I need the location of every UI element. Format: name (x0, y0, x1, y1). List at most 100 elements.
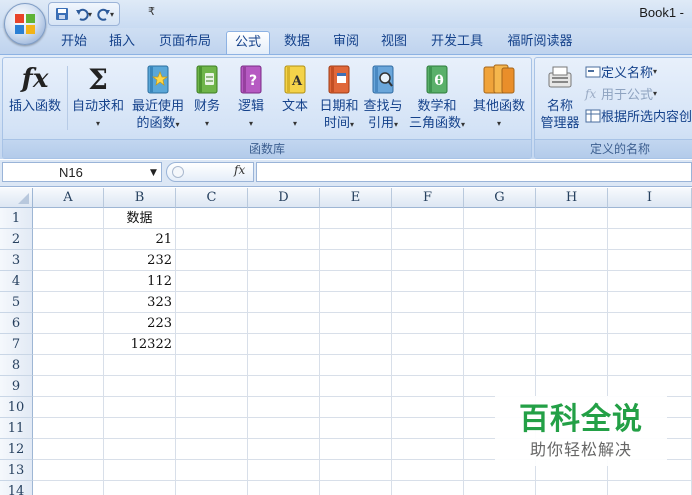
cell-e14[interactable] (320, 481, 392, 495)
cell-a14[interactable] (33, 481, 104, 495)
cell-h7[interactable] (536, 334, 608, 355)
cell-e5[interactable] (320, 292, 392, 313)
tab-insert[interactable]: 插入 (102, 31, 142, 53)
more-functions-button[interactable]: 其他函数 ▾ (469, 60, 529, 132)
cell-g4[interactable] (464, 271, 536, 292)
use-in-formula-button[interactable]: fx 用于公式 ▾ (585, 84, 657, 104)
cell-b9[interactable] (104, 376, 176, 397)
cell-b1[interactable]: 数据 (104, 208, 176, 229)
cell-h1[interactable] (536, 208, 608, 229)
cell-b7[interactable]: 12322 (104, 334, 176, 355)
cell-g6[interactable] (464, 313, 536, 334)
cell-e2[interactable] (320, 229, 392, 250)
save-icon[interactable] (52, 5, 72, 23)
cell-e10[interactable] (320, 397, 392, 418)
cell-g1[interactable] (464, 208, 536, 229)
cell-a7[interactable] (33, 334, 104, 355)
cell-g2[interactable] (464, 229, 536, 250)
cell-b4[interactable]: 112 (104, 271, 176, 292)
cell-a4[interactable] (33, 271, 104, 292)
tab-formulas[interactable]: 公式 (226, 31, 270, 54)
define-name-button[interactable]: 定义名称 ▾ (585, 62, 657, 81)
column-header-h[interactable]: H (536, 188, 608, 208)
cell-i7[interactable] (608, 334, 692, 355)
cell-h5[interactable] (536, 292, 608, 313)
cell-b10[interactable] (104, 397, 176, 418)
cell-d12[interactable] (248, 439, 320, 460)
cell-e9[interactable] (320, 376, 392, 397)
tab-foxit-reader[interactable]: 福昕阅读器 (500, 31, 580, 53)
cell-c3[interactable] (176, 250, 248, 271)
cell-c13[interactable] (176, 460, 248, 481)
cell-d9[interactable] (248, 376, 320, 397)
cell-i8[interactable] (608, 355, 692, 376)
cell-f5[interactable] (392, 292, 464, 313)
column-header-c[interactable]: C (176, 188, 248, 208)
create-from-selection-button[interactable]: 根据所选内容创 (585, 106, 692, 125)
cell-b12[interactable] (104, 439, 176, 460)
cell-c8[interactable] (176, 355, 248, 376)
cell-b13[interactable] (104, 460, 176, 481)
name-box[interactable]: N16 (2, 162, 162, 182)
tab-home[interactable]: 开始 (54, 31, 94, 53)
cell-a12[interactable] (33, 439, 104, 460)
cell-b11[interactable] (104, 418, 176, 439)
row-header-12[interactable]: 12 (0, 439, 33, 460)
cell-c10[interactable] (176, 397, 248, 418)
cell-h3[interactable] (536, 250, 608, 271)
cell-d1[interactable] (248, 208, 320, 229)
autosum-button[interactable]: Σ 自动求和 ▾ (69, 60, 127, 132)
cell-a10[interactable] (33, 397, 104, 418)
text-button[interactable]: A 文本 ▾ (277, 60, 313, 132)
cell-d3[interactable] (248, 250, 320, 271)
cell-a5[interactable] (33, 292, 104, 313)
cell-e11[interactable] (320, 418, 392, 439)
row-header-3[interactable]: 3 (0, 250, 33, 271)
cell-f3[interactable] (392, 250, 464, 271)
cell-i5[interactable] (608, 292, 692, 313)
column-header-a[interactable]: A (33, 188, 104, 208)
cell-c4[interactable] (176, 271, 248, 292)
tab-page-layout[interactable]: 页面布局 (152, 31, 218, 53)
row-header-14[interactable]: 14 (0, 481, 33, 495)
select-all-corner[interactable] (0, 188, 33, 208)
cell-d11[interactable] (248, 418, 320, 439)
row-header-7[interactable]: 7 (0, 334, 33, 355)
cell-g7[interactable] (464, 334, 536, 355)
column-header-d[interactable]: D (248, 188, 320, 208)
column-header-e[interactable]: E (320, 188, 392, 208)
column-header-g[interactable]: G (464, 188, 536, 208)
row-header-2[interactable]: 2 (0, 229, 33, 250)
cell-a8[interactable] (33, 355, 104, 376)
tab-data[interactable]: 数据 (278, 31, 316, 53)
tab-review[interactable]: 审阅 (326, 31, 366, 53)
cell-f14[interactable] (392, 481, 464, 495)
cell-b8[interactable] (104, 355, 176, 376)
cell-c11[interactable] (176, 418, 248, 439)
cell-c5[interactable] (176, 292, 248, 313)
customize-qat-icon[interactable]: ₹ (148, 5, 155, 18)
row-header-4[interactable]: 4 (0, 271, 33, 292)
cell-b2[interactable]: 21 (104, 229, 176, 250)
cell-f11[interactable] (392, 418, 464, 439)
cell-c2[interactable] (176, 229, 248, 250)
logical-button[interactable]: ? 逻辑 ▾ (233, 60, 269, 132)
financial-button[interactable]: 财务 ▾ (189, 60, 225, 132)
cell-b6[interactable]: 223 (104, 313, 176, 334)
cell-g5[interactable] (464, 292, 536, 313)
recently-used-button[interactable]: 最近使用 的函数▾ (129, 60, 187, 133)
row-header-13[interactable]: 13 (0, 460, 33, 481)
cell-f2[interactable] (392, 229, 464, 250)
cell-h4[interactable] (536, 271, 608, 292)
cell-f4[interactable] (392, 271, 464, 292)
cell-a13[interactable] (33, 460, 104, 481)
cell-h8[interactable] (536, 355, 608, 376)
cell-f8[interactable] (392, 355, 464, 376)
row-header-8[interactable]: 8 (0, 355, 33, 376)
cell-a11[interactable] (33, 418, 104, 439)
cell-e1[interactable] (320, 208, 392, 229)
date-time-button[interactable]: 日期和 时间▾ (317, 60, 361, 133)
cell-h2[interactable] (536, 229, 608, 250)
redo-dropdown-icon[interactable]: ▾ (110, 10, 114, 19)
cell-d2[interactable] (248, 229, 320, 250)
